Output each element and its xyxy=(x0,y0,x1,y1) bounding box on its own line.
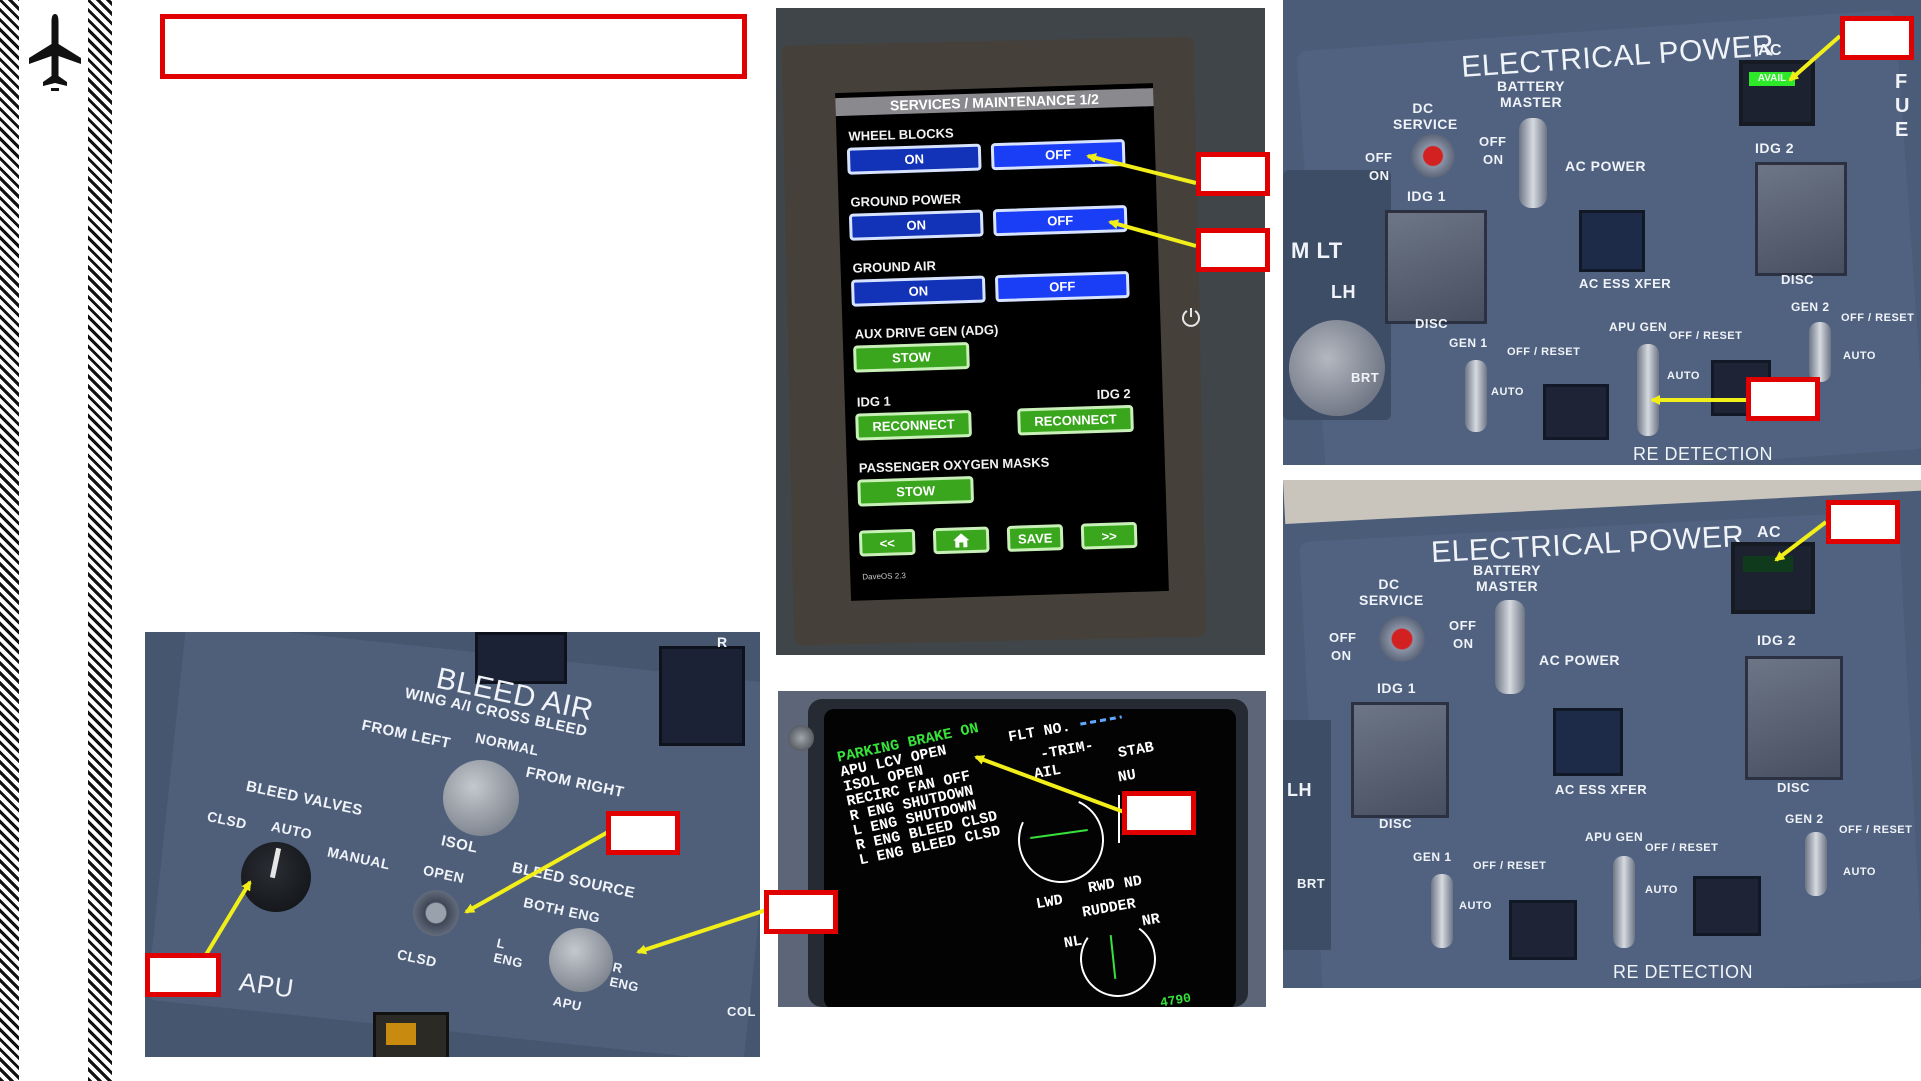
callout-ac-bottom xyxy=(1826,500,1900,544)
arrow-avail xyxy=(1788,34,1842,82)
callout-isol xyxy=(606,811,680,855)
callout-ground-power xyxy=(1196,228,1270,272)
callout-arrows xyxy=(202,34,1842,960)
arrow-ground-power xyxy=(1108,219,1197,248)
arrow-bleed-source xyxy=(636,908,767,955)
callout-apu-gen xyxy=(1746,377,1820,421)
callout-parking-brake xyxy=(1122,791,1196,835)
callout-bleed-valves xyxy=(145,953,221,997)
callout-avail xyxy=(1840,16,1914,60)
arrow-parking-brake xyxy=(974,755,1125,814)
arrow-isol xyxy=(464,830,609,914)
arrow-ac-bottom xyxy=(1774,520,1828,562)
arrow-bleed-valves xyxy=(202,880,252,960)
callout-bleed-source xyxy=(764,890,838,934)
arrow-wheel-blocks xyxy=(1086,153,1197,185)
callout-wheel-blocks xyxy=(1196,152,1270,196)
